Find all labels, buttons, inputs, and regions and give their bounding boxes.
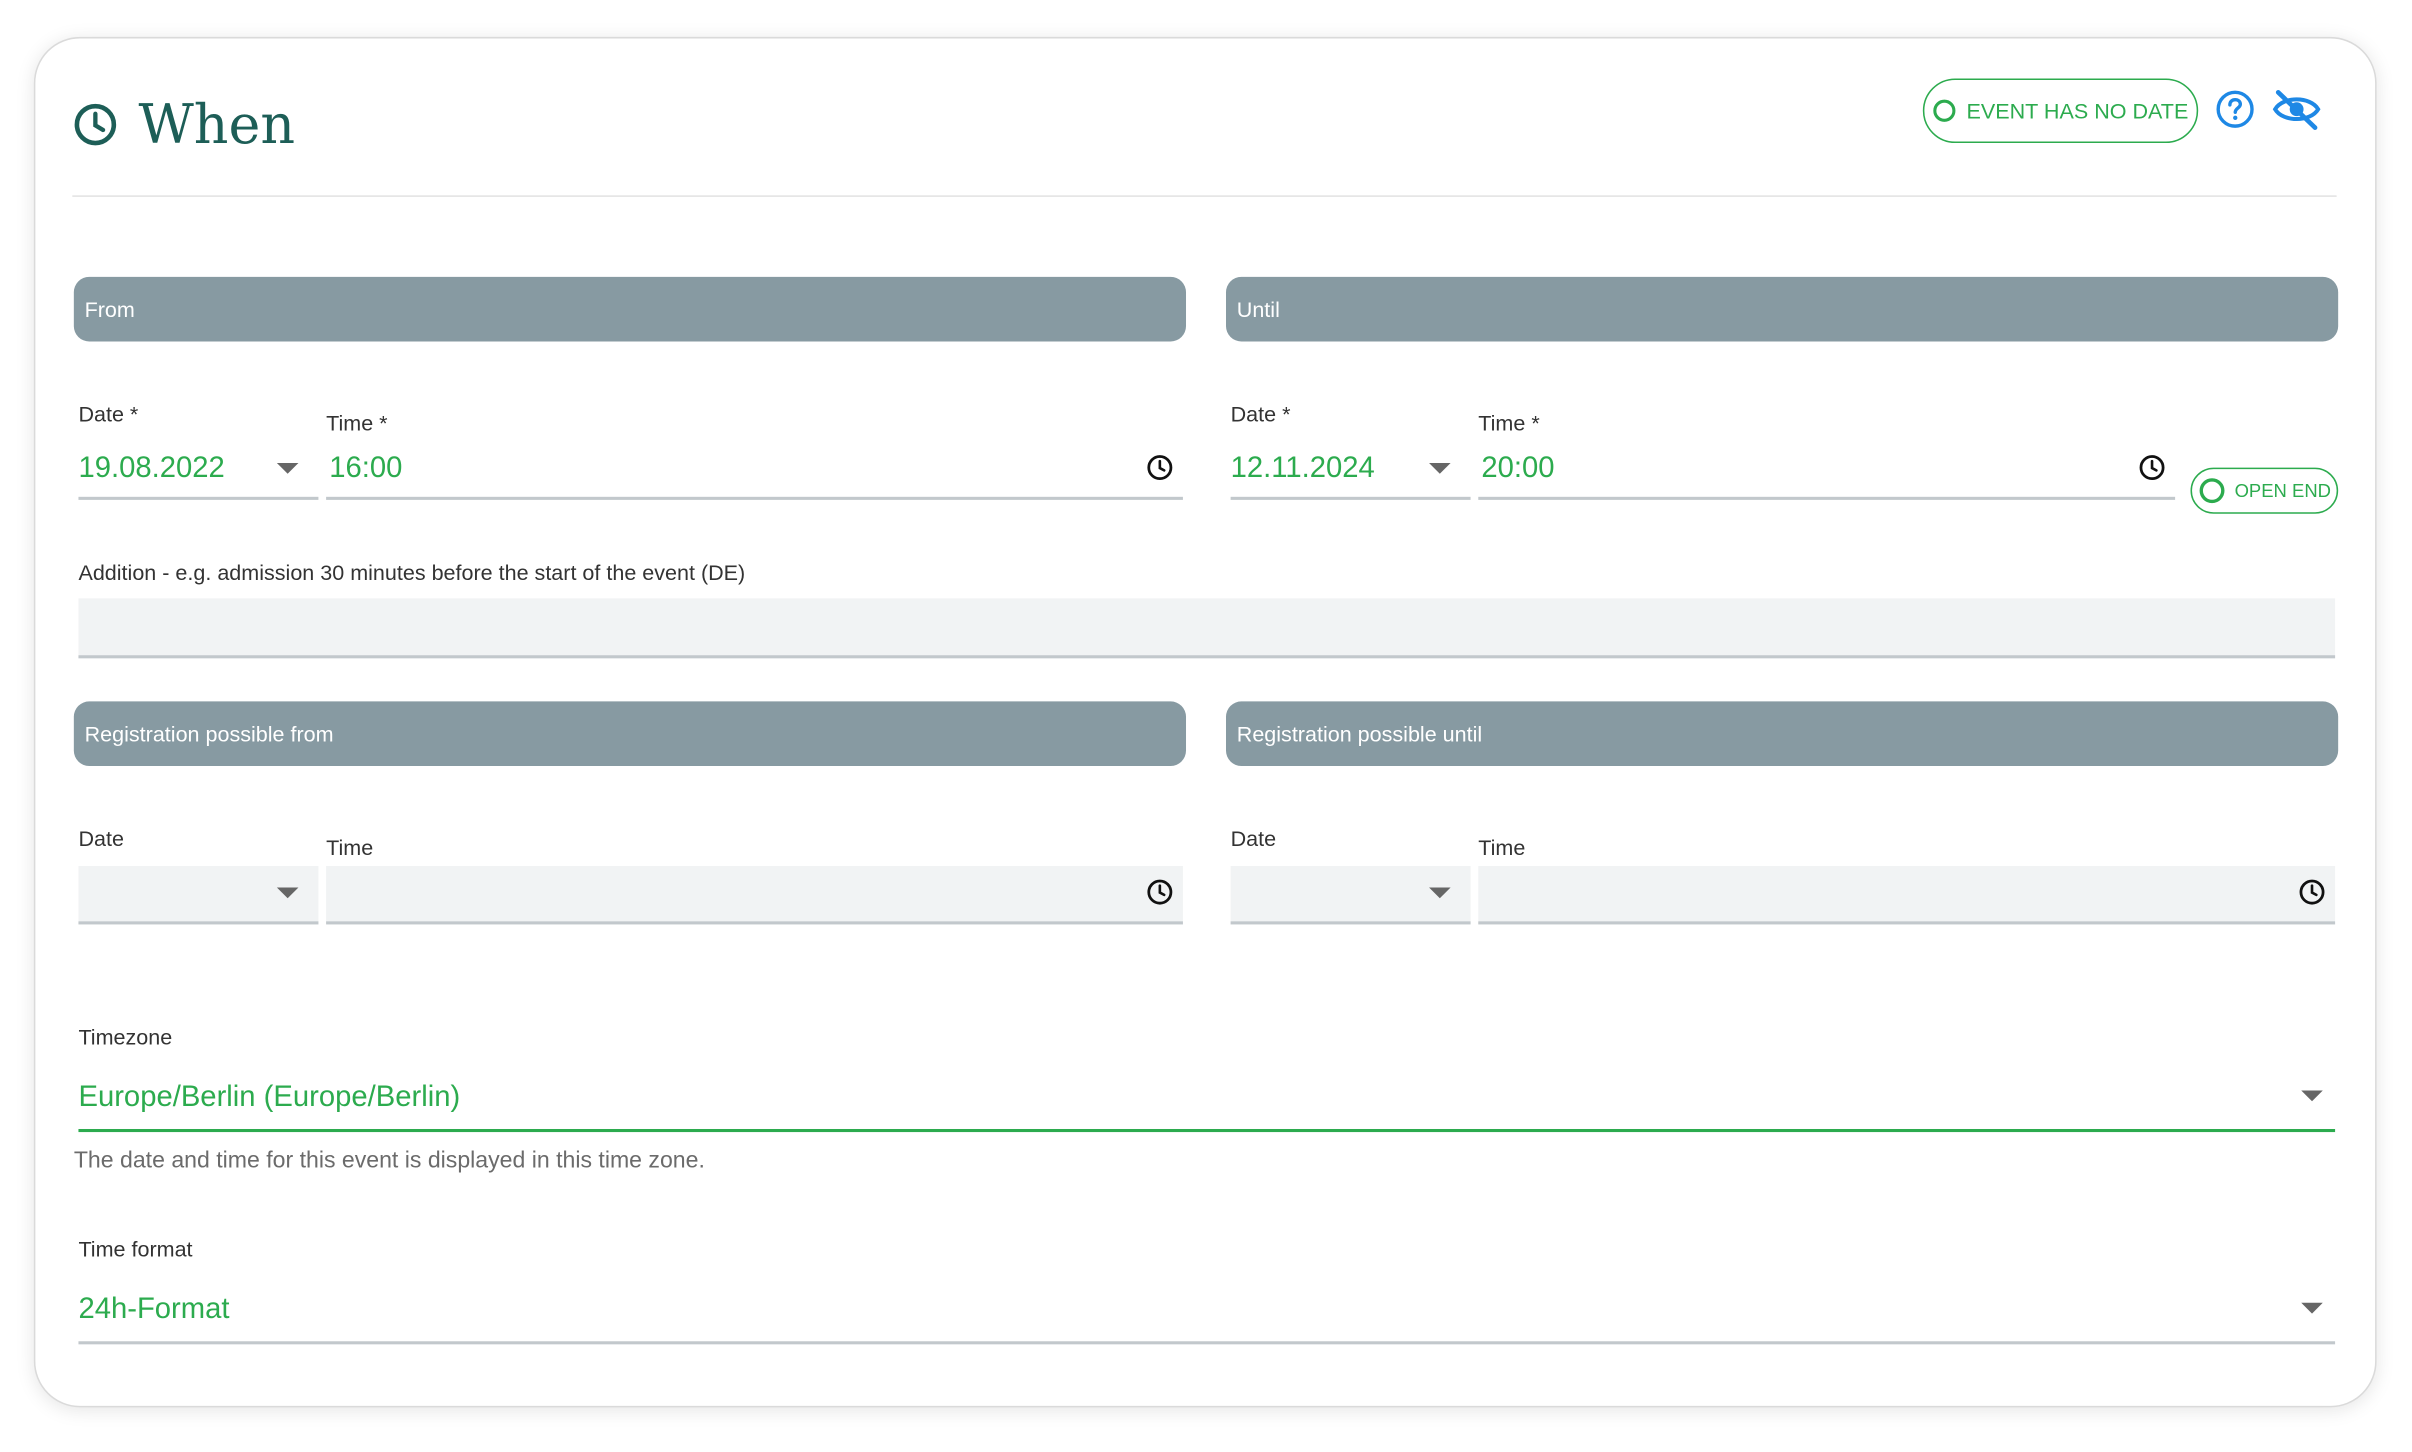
open-end-button[interactable]: OPEN END — [2190, 467, 2339, 514]
timezone-label: Timezone — [78, 1024, 173, 1050]
registration-from-time-input[interactable] — [326, 865, 1183, 925]
eye-off-icon[interactable] — [2270, 86, 2322, 132]
event-has-no-date-label: EVENT HAS NO DATE — [1966, 98, 2189, 124]
clock-icon[interactable] — [2138, 454, 2166, 482]
time-format-value: 24h-Format — [78, 1293, 230, 1326]
caret-down-icon — [1429, 887, 1451, 899]
time-format-select[interactable]: 24h-Format — [78, 1279, 2336, 1345]
until-time-value: 20:00 — [1481, 452, 1555, 485]
registration-until-date-label: Date — [1230, 825, 1277, 851]
ring-icon — [1933, 99, 1957, 122]
from-date-label: Date * — [78, 401, 139, 427]
ring-icon — [2199, 478, 2224, 504]
section-until: Until — [1226, 276, 2339, 342]
addition-input[interactable] — [78, 598, 2336, 659]
caret-down-icon — [1429, 462, 1451, 474]
from-date-select[interactable]: 19.08.2022 — [78, 441, 319, 500]
from-time-input[interactable]: 16:00 — [326, 441, 1183, 500]
open-end-label: OPEN END — [2234, 479, 2332, 502]
caret-down-icon — [2301, 1090, 2323, 1102]
clock-icon[interactable] — [2298, 878, 2326, 906]
time-format-label: Time format — [78, 1236, 193, 1262]
clock-icon[interactable] — [1146, 454, 1174, 482]
header-divider — [72, 195, 2337, 197]
section-registration-from: Registration possible from — [73, 701, 1187, 766]
page-title: When — [138, 95, 296, 157]
registration-from-date-select[interactable] — [78, 865, 319, 925]
from-time-label: Time * — [326, 410, 388, 436]
registration-until-time-input[interactable] — [1478, 865, 2336, 925]
from-time-value: 16:00 — [329, 452, 403, 485]
caret-down-icon — [276, 887, 299, 899]
registration-until-time-label: Time — [1478, 835, 1526, 860]
caret-down-icon — [2301, 1302, 2323, 1314]
timezone-select[interactable]: Europe/Berlin (Europe/Berlin) — [78, 1067, 2336, 1133]
until-date-select[interactable]: 12.11.2024 — [1230, 441, 1471, 500]
registration-from-date-label: Date — [78, 825, 124, 851]
clock-icon — [74, 103, 117, 146]
registration-until-date-select[interactable] — [1230, 865, 1471, 925]
question-circle-icon[interactable] — [2215, 89, 2255, 129]
caret-down-icon — [276, 462, 299, 474]
section-from: From — [73, 276, 1187, 342]
registration-from-time-label: Time — [326, 835, 374, 860]
timezone-value: Europe/Berlin (Europe/Berlin) — [78, 1081, 461, 1114]
addition-label: Addition - e.g. admission 30 minutes bef… — [78, 559, 746, 585]
timezone-hint: The date and time for this event is disp… — [73, 1147, 705, 1174]
section-registration-until: Registration possible until — [1226, 701, 2339, 766]
until-time-input[interactable]: 20:00 — [1478, 441, 2176, 500]
event-has-no-date-button[interactable]: EVENT HAS NO DATE — [1922, 78, 2199, 144]
clock-icon[interactable] — [1146, 878, 1174, 906]
until-time-label: Time * — [1478, 410, 1540, 436]
until-date-label: Date * — [1230, 401, 1291, 427]
